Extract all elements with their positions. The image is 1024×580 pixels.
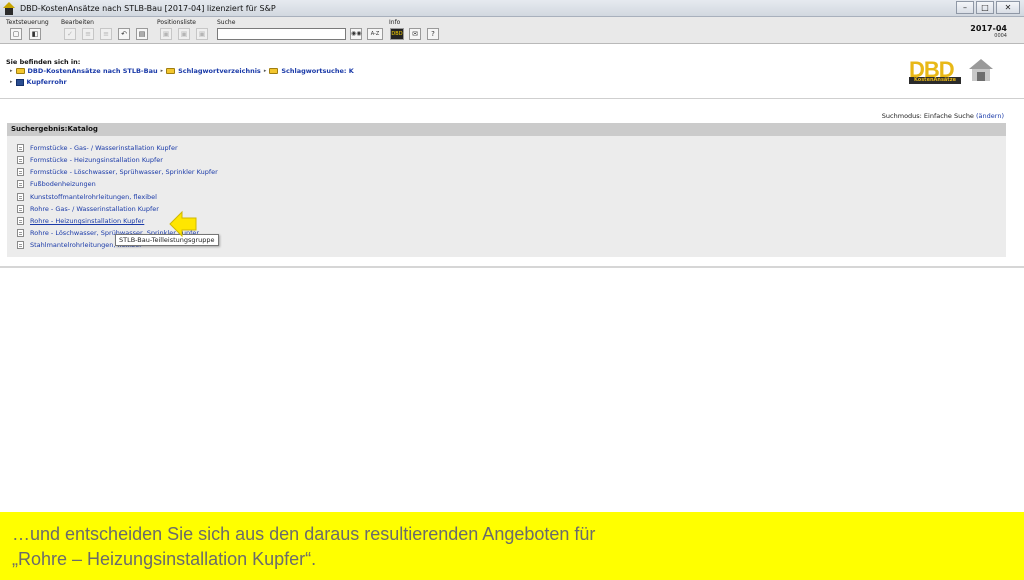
document-icon	[17, 229, 24, 237]
document-icon	[17, 217, 24, 225]
caption-banner: …und entscheiden Sie sich aus den daraus…	[0, 512, 1024, 580]
logo-subtitle: KostenAnsätze	[909, 77, 961, 84]
document-icon	[17, 241, 24, 249]
version-code: 0004	[994, 33, 1007, 39]
chevron-right-icon: ▸	[160, 68, 164, 74]
title-bar: DBD-KostenAnsätze nach STLB-Bau [2017-04…	[0, 0, 1024, 17]
positionsliste-export-icon[interactable]: ▣	[196, 28, 208, 40]
folder-icon	[166, 68, 176, 74]
result-link-hovered[interactable]: Rohre - Heizungsinstallation Kupfer	[30, 217, 144, 225]
dbd-logo: DBD KostenAnsätze	[909, 57, 999, 87]
positionsliste-add-icon[interactable]: ▣	[178, 28, 190, 40]
search-mode-change-link[interactable]: (ändern)	[976, 112, 1004, 120]
version-info: 2017-04 0004	[970, 24, 1007, 39]
mail-icon[interactable]: ✉	[409, 28, 421, 40]
page-icon[interactable]: ▤	[136, 28, 148, 40]
chevron-right-icon: ▸	[263, 68, 267, 74]
chevron-right-icon: ▸	[10, 68, 13, 74]
document-icon	[17, 156, 24, 164]
list-item[interactable]: Rohre - Gas- / Wasserinstallation Kupfer	[17, 205, 159, 213]
positionsliste-icon[interactable]: ▣	[160, 28, 172, 40]
close-button[interactable]: ✕	[996, 1, 1020, 14]
search-mode: Suchmodus: Einfache Suche (ändern)	[882, 112, 1004, 120]
minimize-button[interactable]: –	[956, 1, 974, 14]
document-icon	[17, 205, 24, 213]
result-link[interactable]: Formstücke - Gas- / Wasserinstallation K…	[30, 144, 178, 152]
window-controls: – □ ✕	[956, 1, 1020, 14]
search-mode-label: Suchmodus: Einfache Suche	[881, 112, 974, 120]
menu-bearbeiten[interactable]: Bearbeiten	[61, 19, 94, 26]
undo-icon[interactable]: ↶	[118, 28, 130, 40]
folder-icon	[269, 68, 279, 74]
breadcrumb-item-root[interactable]: DBD-KostenAnsätze nach STLB-Bau	[28, 67, 158, 75]
check-icon[interactable]: ✓	[64, 28, 76, 40]
result-link[interactable]: Fußbodenheizungen	[30, 180, 96, 188]
window-title: DBD-KostenAnsätze nach STLB-Bau [2017-04…	[20, 3, 276, 13]
breadcrumb-title: Sie befinden sich in:	[6, 58, 81, 66]
list-item[interactable]: Fußbodenheizungen	[17, 180, 96, 188]
version-number: 2017-04	[970, 24, 1007, 33]
pointer-arrow-icon	[169, 210, 197, 238]
exit-icon[interactable]: ◧	[29, 28, 41, 40]
list-item[interactable]: Formstücke - Gas- / Wasserinstallation K…	[17, 144, 178, 152]
breadcrumb-item-kupferrohr[interactable]: Kupferrohr	[27, 78, 67, 86]
format-icon[interactable]: ≡	[82, 28, 94, 40]
search-input[interactable]	[217, 28, 346, 40]
document-icon	[17, 168, 24, 176]
chevron-right-icon: ▸	[10, 79, 13, 85]
list-item[interactable]: Formstücke - Heizungsinstallation Kupfer	[17, 156, 163, 164]
document-icon	[17, 193, 24, 201]
divider	[0, 266, 1024, 268]
breadcrumb-row: ▸ Kupferrohr	[10, 78, 67, 86]
list-item[interactable]: Rohre - Heizungsinstallation Kupfer	[17, 217, 144, 225]
breadcrumb-item-schlagwortverzeichnis[interactable]: Schlagwortverzeichnis	[178, 67, 261, 75]
menu-textsteuerung[interactable]: Textsteuerung	[6, 19, 49, 26]
menu-positionsliste[interactable]: Positionsliste	[157, 19, 196, 26]
book-icon	[15, 78, 24, 86]
document-icon	[17, 180, 24, 188]
list-item[interactable]: Kunststoffmantelrohrleitungen, flexibel	[17, 193, 157, 201]
result-link[interactable]: Formstücke - Löschwasser, Sprühwasser, S…	[30, 168, 218, 176]
breadcrumb-item-schlagwortsuche[interactable]: Schlagwortsuche: K	[281, 67, 354, 75]
app-window: DBD-KostenAnsätze nach STLB-Bau [2017-04…	[0, 0, 1024, 580]
caption-line-1: …und entscheiden Sie sich aus den daraus…	[12, 524, 596, 544]
caption-line-2: „Rohre – Heizungsinstallation Kupfer“.	[12, 549, 317, 569]
list-item[interactable]: Formstücke - Löschwasser, Sprühwasser, S…	[17, 168, 218, 176]
az-index-button[interactable]: A-Z	[367, 28, 383, 40]
result-link[interactable]: Formstücke - Heizungsinstallation Kupfer	[30, 156, 163, 164]
binoculars-icon[interactable]: ◉◉	[350, 28, 362, 40]
app-house-icon	[2, 1, 16, 15]
result-link[interactable]: Rohre - Gas- / Wasserinstallation Kupfer	[30, 205, 159, 213]
breadcrumb: Sie befinden sich in: ▸ DBD-KostenAnsätz…	[0, 45, 1024, 99]
menu-info[interactable]: Info	[389, 19, 400, 26]
results-header: Suchergebnis:Katalog	[7, 123, 1006, 136]
list-icon[interactable]: ≡	[100, 28, 112, 40]
logo-house-icon	[969, 59, 993, 81]
toolbar: Textsteuerung Bearbeiten Positionsliste …	[0, 17, 1024, 44]
document-icon	[17, 144, 24, 152]
folder-icon	[15, 68, 25, 74]
breadcrumb-row: ▸ DBD-KostenAnsätze nach STLB-Bau ▸ Schl…	[10, 67, 354, 75]
tooltip: STLB-Bau-Teilleistungsgruppe	[115, 234, 219, 246]
menu-suche[interactable]: Suche	[217, 19, 235, 26]
help-icon[interactable]: ?	[427, 28, 439, 40]
maximize-button[interactable]: □	[976, 1, 994, 14]
result-link[interactable]: Kunststoffmantelrohrleitungen, flexibel	[30, 193, 157, 201]
dbd-info-icon[interactable]: DBD	[390, 28, 404, 40]
new-document-icon[interactable]: ▢	[10, 28, 22, 40]
